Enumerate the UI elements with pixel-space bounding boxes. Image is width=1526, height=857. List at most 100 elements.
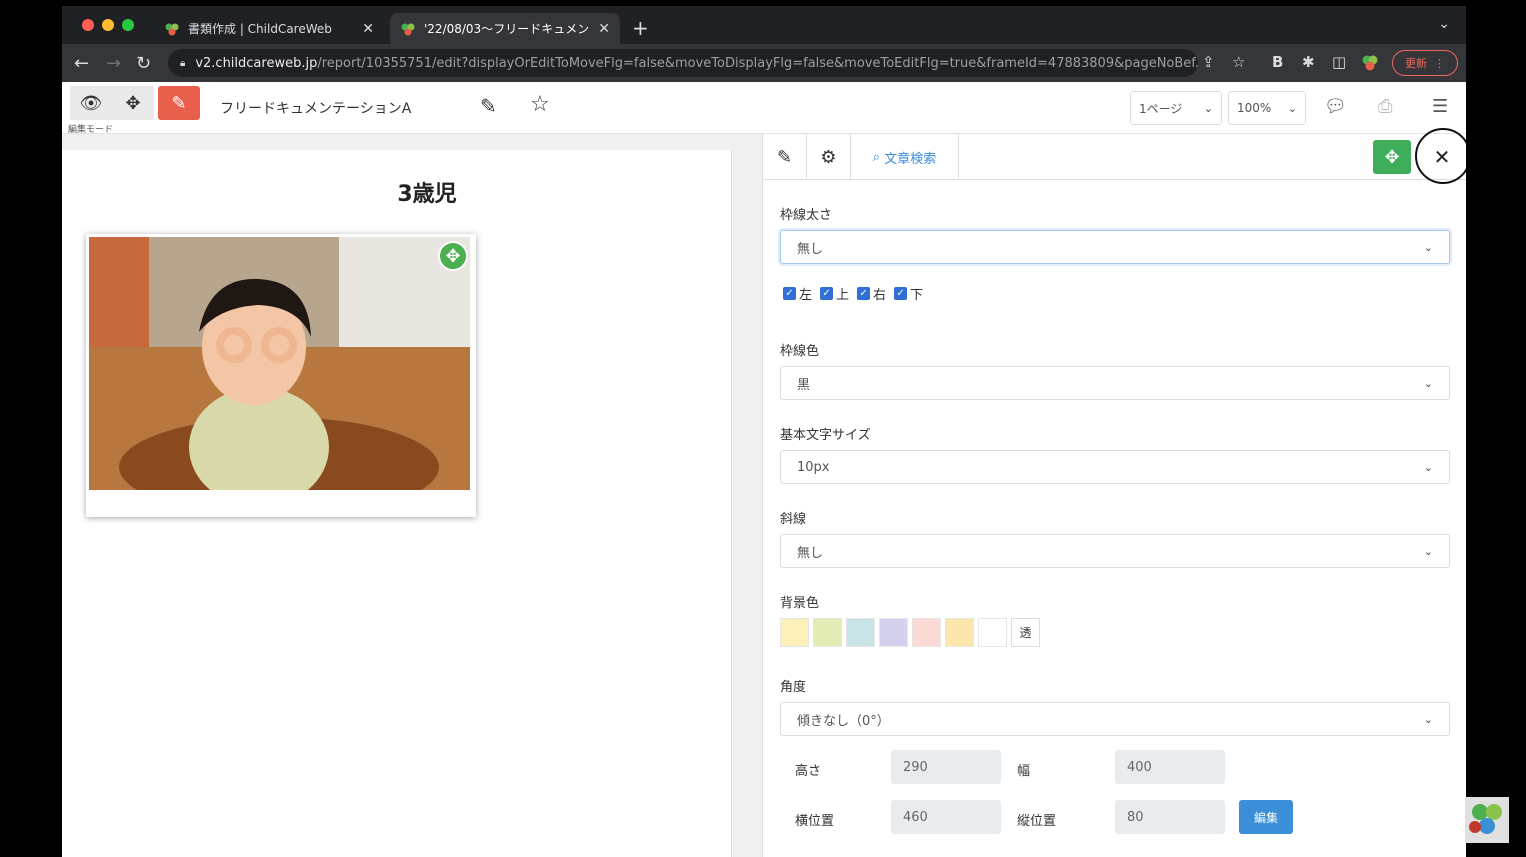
chevron-down-icon: ⌄ [1423, 544, 1433, 558]
tab-title: '22/08/03〜フリードキュメンテ・ [424, 22, 590, 36]
chevron-down-icon: ⌄ [1203, 101, 1213, 115]
profile-avatar-icon[interactable] [1360, 53, 1380, 77]
maximize-window-button[interactable] [122, 19, 134, 31]
url-host: v2.childcareweb.jp [195, 55, 318, 71]
border-sides-checkboxes: ✓ 左 ✓ 上 ✓ 右 ✓ 下 [783, 284, 931, 303]
height-input[interactable]: 290 [891, 750, 1001, 784]
chevron-down-icon: ⌄ [1423, 240, 1433, 254]
lock-icon: 🔒︎ [180, 57, 186, 69]
font-size-value: 10px [797, 459, 830, 475]
property-panel: ✎ ⚙ ⌕ 文章検索 ✥ ✕ 枠線太さ 無し ⌄ ✓ 左 ✓ 上 ✓ 右 ✓ 下 枠線色… [762, 128, 1466, 857]
y-position-input[interactable]: 80 [1115, 800, 1225, 834]
edit-position-button[interactable]: 編集 [1239, 800, 1293, 834]
check-icon: ✓ [894, 287, 908, 300]
font-size-label: 基本文字サイズ [780, 428, 871, 443]
height-label: 高さ [795, 764, 822, 779]
tab-close-icon[interactable]: ✕ [598, 21, 610, 37]
panel-close-button[interactable]: ✕ [1417, 134, 1466, 180]
favorite-star-icon[interactable]: ☆ [530, 92, 550, 117]
bg-swatch-lime[interactable] [813, 618, 842, 647]
rename-pencil-icon[interactable]: ✎ [480, 94, 497, 118]
check-icon: ✓ [783, 287, 796, 300]
bg-swatch-teal[interactable] [846, 618, 875, 647]
border-width-select[interactable]: 無し ⌄ [780, 230, 1450, 264]
url-path: /report/10355751/edit?displayOrEditToMov… [317, 55, 1198, 71]
checkbox-top[interactable]: ✓ 上 [820, 284, 849, 303]
bg-color-label: 背景色 [780, 596, 820, 611]
angle-select[interactable]: 傾きなし（0°） ⌄ [780, 702, 1450, 736]
checkbox-left-label: 左 [799, 288, 813, 303]
screen: 書類作成 | ChildCareWeb ✕ '22/08/03〜フリードキュメン… [62, 6, 1466, 857]
tab-close-icon[interactable]: ✕ [362, 21, 374, 37]
share-icon[interactable]: ⇪ [1202, 53, 1215, 71]
zoom-select-value: 100% [1237, 101, 1272, 115]
border-width-label: 枠線太さ [780, 208, 833, 223]
document-page: 3歳児 ✥ [62, 150, 732, 857]
tab-document-list[interactable]: 書類作成 | ChildCareWeb ✕ [154, 13, 384, 44]
font-size-select[interactable]: 10px ⌄ [780, 450, 1450, 484]
url-field[interactable]: 🔒︎ v2.childcareweb.jp /report/10355751/e… [168, 49, 1198, 77]
page-select-value: 1ページ [1139, 101, 1183, 116]
browser-update-button[interactable]: 更新 ⋮ [1392, 50, 1458, 76]
check-icon: ✓ [857, 287, 871, 300]
bg-swatch-transparent[interactable]: 透 [1011, 618, 1040, 647]
child-photo [89, 237, 470, 490]
browser-tab-bar: 書類作成 | ChildCareWeb ✕ '22/08/03〜フリードキュメン… [62, 6, 1466, 44]
bg-swatch-white[interactable] [978, 618, 1007, 647]
checkbox-right[interactable]: ✓ 右 [857, 284, 886, 303]
diagonal-select[interactable]: 無し ⌄ [780, 534, 1450, 568]
side-panel-icon[interactable]: ◫ [1332, 53, 1346, 71]
comment-icon[interactable]: 💬︎ [1324, 96, 1347, 117]
extensions-puzzle-icon[interactable]: ✱ [1302, 53, 1315, 71]
chevron-down-icon: ⌄ [1423, 712, 1433, 726]
bookmark-star-icon[interactable]: ☆ [1232, 53, 1245, 71]
x-position-label: 横位置 [795, 814, 835, 829]
check-icon: ✓ [820, 287, 834, 300]
print-icon[interactable]: ⎙ [1378, 96, 1392, 117]
back-arrow-icon[interactable]: ← [74, 53, 89, 74]
checkbox-bottom-label: 下 [910, 288, 924, 303]
bg-swatch-yellow[interactable] [780, 618, 809, 647]
clover-logo-icon [1465, 797, 1509, 843]
tab-search-chevron-icon[interactable]: ⌄ [1438, 16, 1450, 32]
close-window-button[interactable] [82, 19, 94, 31]
checkbox-right-label: 右 [873, 288, 887, 303]
chevron-down-icon: ⌄ [1287, 101, 1297, 115]
checkbox-bottom[interactable]: ✓ 下 [894, 284, 923, 303]
hamburger-menu-icon[interactable]: ☰ [1432, 96, 1448, 117]
forward-arrow-icon[interactable]: → [106, 53, 121, 74]
border-color-select[interactable]: 黒 ⌄ [780, 366, 1450, 400]
x-position-input[interactable]: 460 [891, 800, 1001, 834]
chevron-down-icon: ⌄ [1423, 376, 1433, 390]
document-canvas: 3歳児 ✥ [62, 134, 762, 857]
page-select[interactable]: 1ページ ⌄ [1130, 91, 1222, 125]
width-input[interactable]: 400 [1115, 750, 1225, 784]
app-toolbar: 👁︎ ✥ ✎ 編集モード フリードキュメンテーションA ✎ ☆ 1ページ ⌄ 1… [62, 82, 1466, 135]
minimize-window-button[interactable] [102, 19, 114, 31]
edit-mode-pencil-icon[interactable]: ✎ [158, 86, 200, 120]
border-width-value: 無し [797, 241, 824, 257]
reload-icon[interactable]: ↻ [136, 53, 151, 74]
photo-frame[interactable]: ✥ [86, 234, 476, 517]
view-mode-eye-icon[interactable]: 👁︎ [70, 86, 112, 120]
panel-move-icon[interactable]: ✥ [1373, 140, 1411, 174]
move-handle-icon[interactable]: ✥ [438, 241, 468, 271]
checkbox-left[interactable]: ✓ 左 [783, 284, 812, 303]
chevron-down-icon: ⌄ [1423, 460, 1433, 474]
bg-swatch-lavender[interactable] [879, 618, 908, 647]
text-search-tab[interactable]: ⌕ 文章検索 [851, 134, 959, 180]
page-heading: 3歳児 [397, 182, 457, 207]
bg-swatch-pink[interactable] [912, 618, 941, 647]
hatena-bookmark-icon[interactable]: B [1272, 53, 1283, 71]
angle-label: 角度 [780, 680, 807, 695]
y-position-label: 縦位置 [1017, 814, 1057, 829]
bg-swatch-orange[interactable] [945, 618, 974, 647]
mode-switcher: 👁︎ ✥ ✎ [70, 86, 200, 120]
new-tab-button[interactable]: + [632, 16, 649, 40]
move-mode-arrows-icon[interactable]: ✥ [112, 86, 154, 120]
tab-document-edit[interactable]: '22/08/03〜フリードキュメンテ・ ✕ [390, 13, 620, 44]
gear-icon[interactable]: ⚙ [807, 134, 851, 180]
zoom-select[interactable]: 100% ⌄ [1228, 91, 1306, 125]
edit-square-icon[interactable]: ✎ [763, 134, 807, 180]
tab-title: 書類作成 | ChildCareWeb [188, 22, 332, 36]
